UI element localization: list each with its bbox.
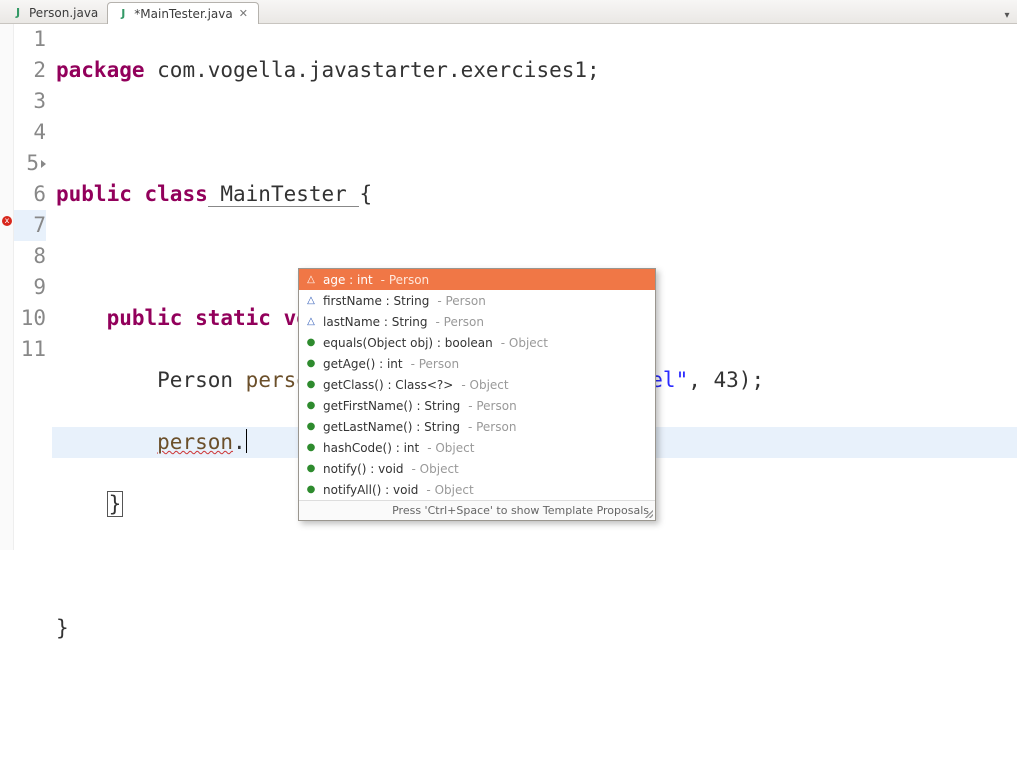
line-number: 8 (14, 241, 46, 272)
proposal-signature: lastName : String (323, 315, 428, 329)
content-assist-item[interactable]: ● notify() : void - Object (299, 458, 655, 479)
method-icon: ● (305, 400, 317, 412)
code-line (52, 117, 1017, 148)
code-line (52, 551, 1017, 582)
line-number-gutter: 1 2 3 4 5 6 7 8 9 10 11 (14, 24, 52, 550)
proposal-signature: hashCode() : int (323, 441, 419, 455)
proposal-signature: notify() : void (323, 462, 404, 476)
line-number: 4 (14, 117, 46, 148)
content-assist-item[interactable]: ● getFirstName() : String - Person (299, 395, 655, 416)
proposal-signature: getAge() : int (323, 357, 403, 371)
line-number: 3 (14, 86, 46, 117)
content-assist-item[interactable]: ● getClass() : Class<?> - Object (299, 374, 655, 395)
proposal-origin: - Person (437, 294, 485, 308)
field-icon: △ (305, 316, 317, 328)
tab-label: Person.java (29, 6, 98, 20)
field-icon: △ (305, 274, 317, 286)
line-number: 2 (14, 55, 46, 86)
content-assist-item[interactable]: ● getLastName() : String - Person (299, 416, 655, 437)
proposal-signature: getClass() : Class<?> (323, 378, 453, 392)
content-assist-item[interactable]: ● hashCode() : int - Object (299, 437, 655, 458)
proposal-origin: - Person (381, 273, 429, 287)
proposal-origin: - Person (468, 420, 516, 434)
content-assist-item[interactable]: △ firstName : String - Person (299, 290, 655, 311)
content-assist-item[interactable]: △ lastName : String - Person (299, 311, 655, 332)
proposal-signature: firstName : String (323, 294, 429, 308)
proposal-origin: - Object (427, 441, 474, 455)
text-cursor (246, 429, 247, 453)
content-assist-hint: Press 'Ctrl+Space' to show Template Prop… (299, 500, 655, 520)
proposal-origin: - Object (412, 462, 459, 476)
line-number: 6 (14, 179, 46, 210)
content-assist-item[interactable]: △ age : int - Person (299, 269, 655, 290)
resize-grip-icon[interactable] (643, 508, 653, 518)
proposal-origin: - Person (468, 399, 516, 413)
line-number: 11 (14, 334, 46, 365)
line-number: 9 (14, 272, 46, 303)
proposal-origin: - Person (411, 357, 459, 371)
code-line (52, 675, 1017, 706)
marker-bar: x (0, 24, 14, 550)
proposal-origin: - Person (436, 315, 484, 329)
editor-tab-bar: J Person.java J *MainTester.java ✕ ▾ (0, 0, 1017, 24)
content-assist-item[interactable]: ● notifyAll() : void - Object (299, 479, 655, 500)
content-assist-popup: △ age : int - Person △ firstName : String -… (298, 268, 656, 521)
method-icon: ● (305, 337, 317, 349)
tabs-overflow-icon[interactable]: ▾ (999, 7, 1015, 23)
line-number: 1 (14, 24, 46, 55)
error-marker-icon[interactable]: x (2, 216, 12, 226)
code-line: } (52, 613, 1017, 644)
proposal-origin: - Object (501, 336, 548, 350)
proposal-origin: - Object (426, 483, 473, 497)
line-number: 7 (14, 210, 46, 241)
tab-person[interactable]: J Person.java (2, 1, 107, 23)
code-line: public class MainTester { (52, 179, 1017, 210)
java-file-icon: J (11, 6, 25, 20)
method-icon: ● (305, 358, 317, 370)
method-icon: ● (305, 484, 317, 496)
line-number: 10 (14, 303, 46, 334)
content-assist-item[interactable]: ● equals(Object obj) : boolean - Object (299, 332, 655, 353)
close-icon[interactable]: ✕ (237, 8, 250, 19)
line-number: 5 (14, 148, 46, 179)
method-icon: ● (305, 442, 317, 454)
code-line: package com.vogella.javastarter.exercise… (52, 55, 1017, 86)
method-icon: ● (305, 463, 317, 475)
editor-area: x 1 2 3 4 5 6 7 8 9 10 11 package com.vo… (0, 24, 1017, 550)
java-file-icon: J (116, 7, 130, 21)
field-icon: △ (305, 295, 317, 307)
proposal-signature: getFirstName() : String (323, 399, 460, 413)
tab-maintester[interactable]: J *MainTester.java ✕ (107, 2, 259, 24)
method-icon: ● (305, 421, 317, 433)
content-assist-list[interactable]: △ age : int - Person △ firstName : String -… (299, 269, 655, 500)
tab-label: *MainTester.java (134, 7, 232, 21)
method-icon: ● (305, 379, 317, 391)
proposal-origin: - Object (461, 378, 508, 392)
proposal-signature: age : int (323, 273, 373, 287)
proposal-signature: equals(Object obj) : boolean (323, 336, 493, 350)
proposal-signature: notifyAll() : void (323, 483, 418, 497)
content-assist-item[interactable]: ● getAge() : int - Person (299, 353, 655, 374)
proposal-signature: getLastName() : String (323, 420, 460, 434)
